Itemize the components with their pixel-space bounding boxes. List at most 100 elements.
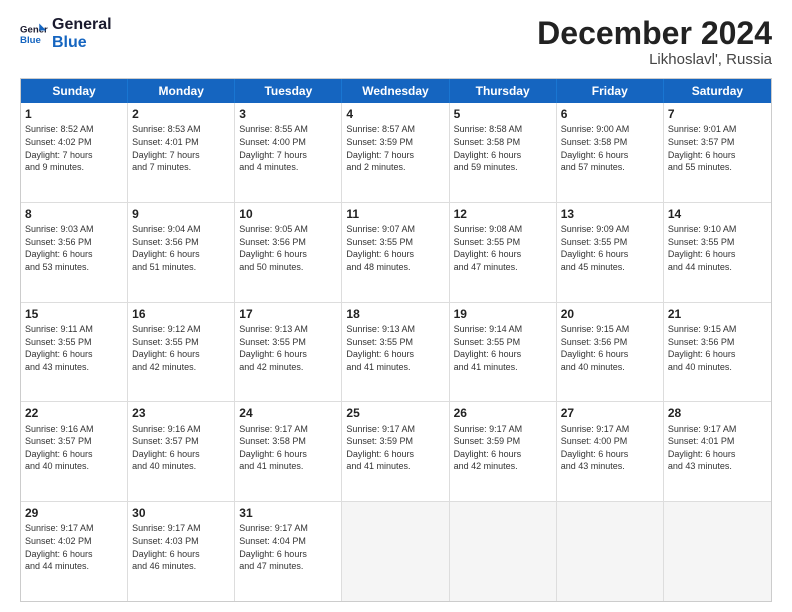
svg-text:Blue: Blue <box>20 34 41 45</box>
page: General Blue General Blue December 2024 … <box>0 0 792 612</box>
day-info: Sunrise: 9:00 AM Sunset: 3:58 PM Dayligh… <box>561 124 630 172</box>
day-info: Sunrise: 9:01 AM Sunset: 3:57 PM Dayligh… <box>668 124 737 172</box>
day-cell-30: 30 Sunrise: 9:17 AM Sunset: 4:03 PM Dayli… <box>128 502 235 601</box>
day-info: Sunrise: 9:17 AM Sunset: 3:58 PM Dayligh… <box>239 424 308 472</box>
day-number: 10 <box>239 206 337 222</box>
header-tuesday: Tuesday <box>235 79 342 103</box>
header-thursday: Thursday <box>450 79 557 103</box>
day-number: 7 <box>668 106 767 122</box>
day-cell-7: 7 Sunrise: 9:01 AM Sunset: 3:57 PM Daylig… <box>664 103 771 202</box>
day-number: 16 <box>132 306 230 322</box>
day-number: 1 <box>25 106 123 122</box>
logo-line1: General <box>52 16 112 34</box>
day-number: 15 <box>25 306 123 322</box>
day-number: 5 <box>454 106 552 122</box>
day-cell-20: 20 Sunrise: 9:15 AM Sunset: 3:56 PM Dayli… <box>557 303 664 402</box>
day-cell-28: 28 Sunrise: 9:17 AM Sunset: 4:01 PM Dayli… <box>664 402 771 501</box>
day-info: Sunrise: 8:53 AM Sunset: 4:01 PM Dayligh… <box>132 124 201 172</box>
day-number: 3 <box>239 106 337 122</box>
day-info: Sunrise: 9:08 AM Sunset: 3:55 PM Dayligh… <box>454 224 523 272</box>
day-info: Sunrise: 9:13 AM Sunset: 3:55 PM Dayligh… <box>239 324 308 372</box>
day-number: 30 <box>132 505 230 521</box>
day-cell-empty <box>450 502 557 601</box>
day-cell-27: 27 Sunrise: 9:17 AM Sunset: 4:00 PM Dayli… <box>557 402 664 501</box>
day-cell-14: 14Sunrise: 9:10 AM Sunset: 3:55 PM Dayli… <box>664 203 771 302</box>
day-number: 29 <box>25 505 123 521</box>
day-cell-17: 17 Sunrise: 9:13 AM Sunset: 3:55 PM Dayli… <box>235 303 342 402</box>
day-number: 9 <box>132 206 230 222</box>
day-number: 13 <box>561 206 659 222</box>
day-cell-15: 15 Sunrise: 9:11 AM Sunset: 3:55 PM Dayli… <box>21 303 128 402</box>
logo-icon: General Blue <box>20 20 48 48</box>
day-cell-18: 18Sunrise: 9:13 AM Sunset: 3:55 PM Dayli… <box>342 303 449 402</box>
day-info: Sunrise: 8:57 AM Sunset: 3:59 PM Dayligh… <box>346 124 415 172</box>
day-cell-empty <box>342 502 449 601</box>
day-number: 12 <box>454 206 552 222</box>
day-info: Sunrise: 9:11 AM Sunset: 3:55 PM Dayligh… <box>25 324 93 372</box>
day-cell-19: 19Sunrise: 9:14 AM Sunset: 3:55 PM Dayli… <box>450 303 557 402</box>
day-number: 26 <box>454 405 552 421</box>
week-row-2: 8Sunrise: 9:03 AM Sunset: 3:56 PM Daylig… <box>21 203 771 303</box>
day-cell-11: 11Sunrise: 9:07 AM Sunset: 3:55 PM Dayli… <box>342 203 449 302</box>
day-cell-16: 16 Sunrise: 9:12 AM Sunset: 3:55 PM Dayli… <box>128 303 235 402</box>
week-row-1: 1Sunrise: 8:52 AM Sunset: 4:02 PM Daylig… <box>21 103 771 203</box>
day-number: 23 <box>132 405 230 421</box>
day-info: Sunrise: 9:17 AM Sunset: 3:59 PM Dayligh… <box>346 424 415 472</box>
day-info: Sunrise: 8:58 AM Sunset: 3:58 PM Dayligh… <box>454 124 523 172</box>
day-cell-2: 2Sunrise: 8:53 AM Sunset: 4:01 PM Daylig… <box>128 103 235 202</box>
header-saturday: Saturday <box>664 79 771 103</box>
day-number: 18 <box>346 306 444 322</box>
day-info: Sunrise: 9:17 AM Sunset: 4:03 PM Dayligh… <box>132 523 201 571</box>
day-cell-1: 1Sunrise: 8:52 AM Sunset: 4:02 PM Daylig… <box>21 103 128 202</box>
day-number: 17 <box>239 306 337 322</box>
week-row-4: 22 Sunrise: 9:16 AM Sunset: 3:57 PM Dayli… <box>21 402 771 502</box>
day-info: Sunrise: 9:15 AM Sunset: 3:56 PM Dayligh… <box>668 324 737 372</box>
day-info: Sunrise: 9:15 AM Sunset: 3:56 PM Dayligh… <box>561 324 630 372</box>
logo: General Blue General Blue <box>20 16 112 51</box>
day-cell-8: 8Sunrise: 9:03 AM Sunset: 3:56 PM Daylig… <box>21 203 128 302</box>
day-cell-26: 26Sunrise: 9:17 AM Sunset: 3:59 PM Dayli… <box>450 402 557 501</box>
day-number: 27 <box>561 405 659 421</box>
day-info: Sunrise: 9:16 AM Sunset: 3:57 PM Dayligh… <box>132 424 201 472</box>
month-title: December 2024 <box>537 16 772 51</box>
day-info: Sunrise: 9:17 AM Sunset: 4:04 PM Dayligh… <box>239 523 308 571</box>
day-cell-25: 25 Sunrise: 9:17 AM Sunset: 3:59 PM Dayli… <box>342 402 449 501</box>
day-cell-21: 21 Sunrise: 9:15 AM Sunset: 3:56 PM Dayli… <box>664 303 771 402</box>
day-cell-31: 31Sunrise: 9:17 AM Sunset: 4:04 PM Dayli… <box>235 502 342 601</box>
header-sunday: Sunday <box>21 79 128 103</box>
day-info: Sunrise: 9:12 AM Sunset: 3:55 PM Dayligh… <box>132 324 201 372</box>
day-info: Sunrise: 9:05 AM Sunset: 3:56 PM Dayligh… <box>239 224 308 272</box>
day-number: 21 <box>668 306 767 322</box>
day-info: Sunrise: 9:09 AM Sunset: 3:55 PM Dayligh… <box>561 224 630 272</box>
logo-line2: Blue <box>52 34 112 52</box>
header-wednesday: Wednesday <box>342 79 449 103</box>
day-info: Sunrise: 9:17 AM Sunset: 4:00 PM Dayligh… <box>561 424 630 472</box>
title-block: December 2024 Likhoslavl', Russia <box>537 16 772 68</box>
day-cell-4: 4 Sunrise: 8:57 AM Sunset: 3:59 PM Daylig… <box>342 103 449 202</box>
day-number: 28 <box>668 405 767 421</box>
day-number: 25 <box>346 405 444 421</box>
day-info: Sunrise: 8:55 AM Sunset: 4:00 PM Dayligh… <box>239 124 308 172</box>
day-cell-24: 24 Sunrise: 9:17 AM Sunset: 3:58 PM Dayli… <box>235 402 342 501</box>
day-number: 6 <box>561 106 659 122</box>
day-number: 20 <box>561 306 659 322</box>
day-info: Sunrise: 9:17 AM Sunset: 4:01 PM Dayligh… <box>668 424 737 472</box>
day-number: 24 <box>239 405 337 421</box>
day-info: Sunrise: 9:16 AM Sunset: 3:57 PM Dayligh… <box>25 424 94 472</box>
day-cell-5: 5 Sunrise: 8:58 AM Sunset: 3:58 PM Daylig… <box>450 103 557 202</box>
week-row-3: 15 Sunrise: 9:11 AM Sunset: 3:55 PM Dayli… <box>21 303 771 403</box>
location: Likhoslavl', Russia <box>537 51 772 68</box>
calendar-body: 1Sunrise: 8:52 AM Sunset: 4:02 PM Daylig… <box>21 103 771 601</box>
day-number: 14 <box>668 206 767 222</box>
day-cell-empty <box>557 502 664 601</box>
day-cell-empty <box>664 502 771 601</box>
day-cell-12: 12 Sunrise: 9:08 AM Sunset: 3:55 PM Dayli… <box>450 203 557 302</box>
day-cell-3: 3 Sunrise: 8:55 AM Sunset: 4:00 PM Daylig… <box>235 103 342 202</box>
day-number: 4 <box>346 106 444 122</box>
day-number: 19 <box>454 306 552 322</box>
day-info: Sunrise: 9:07 AM Sunset: 3:55 PM Dayligh… <box>346 224 415 272</box>
day-number: 22 <box>25 405 123 421</box>
day-number: 8 <box>25 206 123 222</box>
day-cell-9: 9Sunrise: 9:04 AM Sunset: 3:56 PM Daylig… <box>128 203 235 302</box>
header: General Blue General Blue December 2024 … <box>20 16 772 68</box>
